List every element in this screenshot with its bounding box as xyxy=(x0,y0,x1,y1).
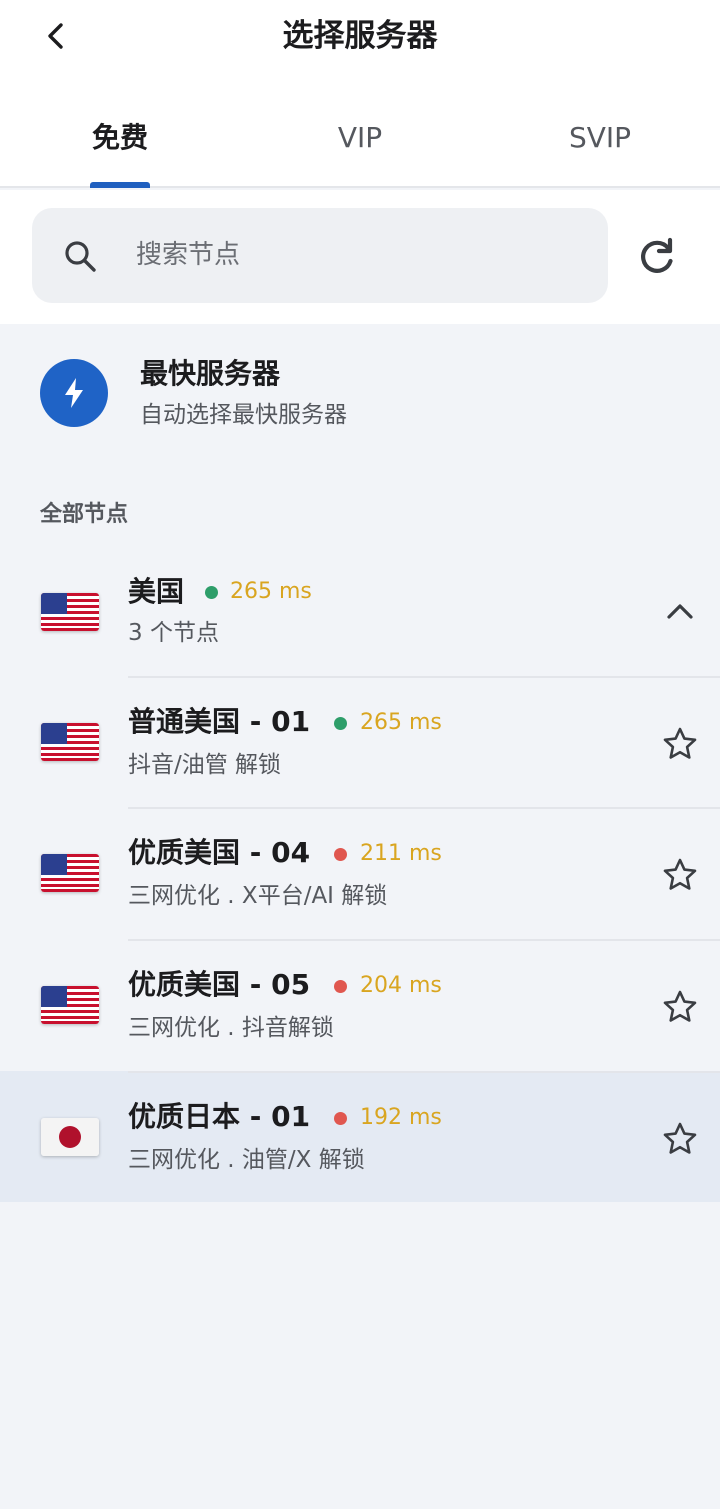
chevron-up-icon[interactable] xyxy=(664,596,696,628)
refresh-icon[interactable] xyxy=(632,234,680,282)
page-title: 选择服务器 xyxy=(282,18,438,54)
us-flag-icon xyxy=(41,593,99,631)
divider xyxy=(128,676,720,678)
status-dot xyxy=(205,586,218,599)
latency-value: 204 ms xyxy=(360,973,442,998)
node-name: 普通美国 - 01 xyxy=(128,705,311,738)
fastest-subtitle: 自动选择最快服务器 xyxy=(140,402,347,428)
divider xyxy=(128,1071,720,1073)
fastest-server-option[interactable]: 最快服务器 自动选择最快服务器 xyxy=(0,324,720,464)
top-bar: 选择服务器 免费 VIP SVIP xyxy=(0,0,720,188)
tab-free[interactable]: 免费 xyxy=(0,112,240,164)
country-name: 美国 xyxy=(128,575,185,608)
star-icon[interactable] xyxy=(662,857,698,893)
search-input[interactable]: 搜索节点 xyxy=(32,208,608,303)
node-name: 优质美国 - 04 xyxy=(128,836,311,869)
search-row: 搜索节点 xyxy=(0,190,720,324)
node-tags: 三网优化 . X平台/AI 解锁 xyxy=(128,883,388,909)
star-icon[interactable] xyxy=(662,1121,698,1157)
node-name: 优质美国 - 05 xyxy=(128,968,311,1001)
status-dot xyxy=(334,717,347,730)
star-icon[interactable] xyxy=(662,989,698,1025)
node-row[interactable]: 优质美国 - 04 211 ms 三网优化 . X平台/AI 解锁 xyxy=(0,807,720,938)
latency-value: 265 ms xyxy=(230,579,312,604)
section-label: 全部节点 xyxy=(40,502,129,527)
tab-bar: 免费 VIP SVIP xyxy=(0,112,720,188)
node-tags: 抖音/油管 解锁 xyxy=(128,752,282,778)
tab-vip[interactable]: VIP xyxy=(240,112,480,164)
lightning-bolt-icon xyxy=(65,378,83,408)
node-count: 3 个节点 xyxy=(128,620,219,646)
node-tags: 三网优化 . 抖音解锁 xyxy=(128,1015,334,1041)
node-row[interactable]: 普通美国 - 01 265 ms 抖音/油管 解锁 xyxy=(0,676,720,807)
star-icon[interactable] xyxy=(662,726,698,762)
us-flag-icon xyxy=(41,854,99,892)
active-tab-indicator xyxy=(90,182,150,188)
node-row-selected[interactable]: 优质日本 - 01 192 ms 三网优化 . 油管/X 解锁 xyxy=(0,1071,720,1202)
divider xyxy=(128,807,720,809)
jp-flag-icon xyxy=(41,1118,99,1156)
search-placeholder: 搜索节点 xyxy=(136,240,241,270)
us-flag-icon xyxy=(41,986,99,1024)
us-flag-icon xyxy=(41,723,99,761)
node-row[interactable]: 优质美国 - 05 204 ms 三网优化 . 抖音解锁 xyxy=(0,939,720,1070)
fastest-badge xyxy=(40,359,108,427)
fastest-title: 最快服务器 xyxy=(140,357,281,390)
latency-value: 192 ms xyxy=(360,1105,442,1130)
node-tags: 三网优化 . 油管/X 解锁 xyxy=(128,1147,365,1173)
node-name: 优质日本 - 01 xyxy=(128,1100,311,1133)
search-icon xyxy=(65,241,96,272)
tab-svip[interactable]: SVIP xyxy=(480,112,720,164)
status-dot xyxy=(334,980,347,993)
country-group-us[interactable]: 美国 265 ms 3 个节点 xyxy=(0,548,720,676)
latency-value: 265 ms xyxy=(360,710,442,735)
status-dot xyxy=(334,1112,347,1125)
status-dot xyxy=(334,848,347,861)
divider xyxy=(128,939,720,941)
latency-value: 211 ms xyxy=(360,841,442,866)
